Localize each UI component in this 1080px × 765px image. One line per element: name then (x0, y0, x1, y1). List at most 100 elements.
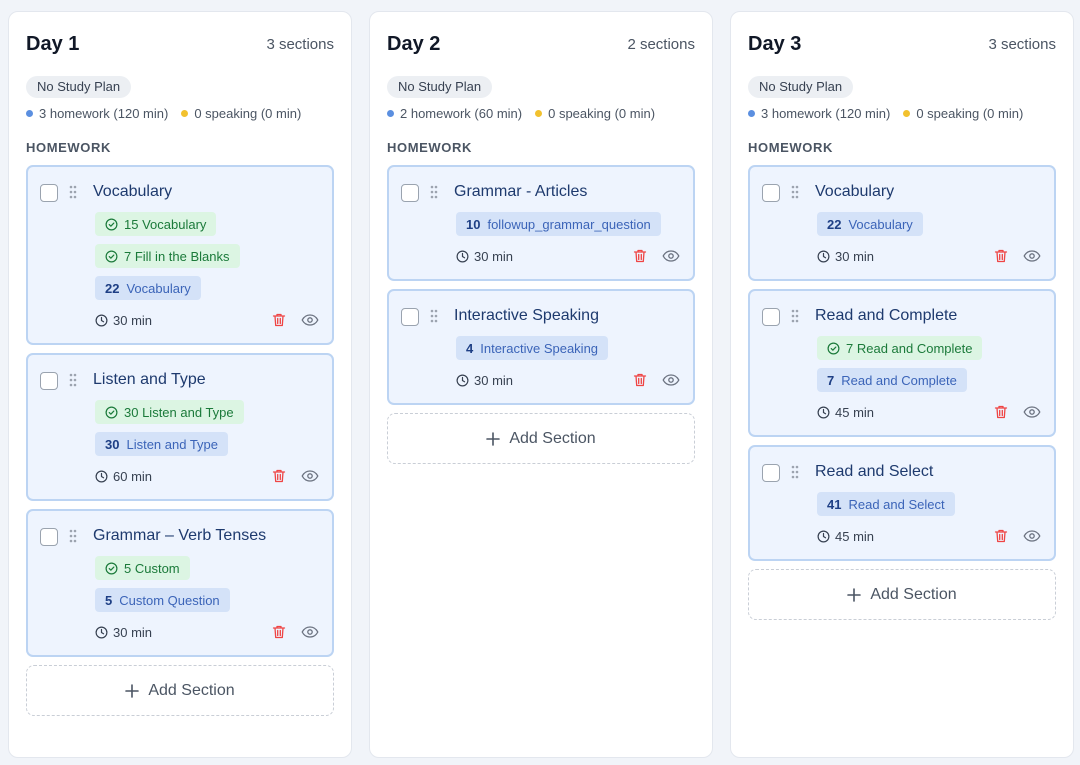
grip-icon[interactable] (791, 309, 803, 323)
eye-icon[interactable] (1023, 249, 1041, 263)
eye-icon[interactable] (1023, 529, 1041, 543)
chip-list: 41 Read and Select (817, 484, 1042, 516)
grip-icon[interactable] (69, 529, 81, 543)
check-circle-icon (105, 562, 118, 574)
grip-icon[interactable] (69, 373, 81, 387)
trash-icon[interactable] (993, 248, 1009, 264)
section-card[interactable]: Read and Complete 7 Read and Complete 7 Re… (748, 289, 1056, 437)
completed-chip: 15 Vocabulary (95, 212, 217, 236)
section-checkbox[interactable] (762, 464, 780, 482)
section-list: Grammar - Articles 10 followup_grammar_qu… (387, 165, 695, 405)
check-circle-icon (105, 406, 118, 418)
eye-icon[interactable] (662, 249, 680, 263)
eye-icon[interactable] (662, 373, 680, 387)
section-duration: 60 min (95, 469, 152, 484)
day-title: Day 1 (26, 32, 80, 55)
section-checkbox[interactable] (40, 372, 58, 390)
grip-icon[interactable] (791, 185, 803, 199)
question-count-chip: 10 followup_grammar_question (456, 212, 661, 236)
completed-chip-label: 5 Custom (124, 560, 180, 576)
section-checkbox[interactable] (762, 184, 780, 202)
duration-text: 30 min (474, 248, 514, 264)
clock-icon (456, 250, 474, 263)
question-type: Listen and Type (126, 436, 219, 452)
section-card[interactable]: Grammar – Verb Tenses 5 Custom 5 Custom Qu… (26, 509, 334, 657)
study-plan-badge[interactable]: No Study Plan (26, 76, 132, 98)
homework-dot-icon (748, 109, 755, 117)
section-card[interactable]: Vocabulary 22 Vocabulary 30 min (748, 165, 1056, 281)
section-checkbox[interactable] (762, 308, 780, 326)
section-list: Vocabulary 15 Vocabulary 7 Fill in the Bl… (26, 165, 334, 657)
section-title: Read and Select (815, 463, 934, 480)
section-duration: 30 min (456, 249, 513, 264)
section-checkbox[interactable] (401, 308, 419, 326)
section-checkbox[interactable] (40, 184, 58, 202)
section-card[interactable]: Read and Select 41 Read and Select 45 min (748, 445, 1056, 561)
grip-icon[interactable] (430, 309, 442, 323)
chip-list: 5 Custom 5 Custom Question (95, 548, 320, 612)
homework-heading: HOMEWORK (387, 140, 472, 155)
homework-heading: HOMEWORK (748, 140, 833, 155)
duration-text: 30 min (474, 372, 514, 388)
question-type: followup_grammar_question (487, 216, 651, 232)
question-count: 22 (827, 216, 842, 232)
section-card[interactable]: Grammar - Articles 10 followup_grammar_qu… (387, 165, 695, 281)
completed-chip: 5 Custom (95, 556, 190, 580)
trash-icon[interactable] (632, 372, 648, 388)
speaking-stat: 0 speaking (0 min) (548, 105, 656, 121)
completed-chip-label: 30 Listen and Type (124, 404, 234, 420)
eye-icon[interactable] (301, 313, 319, 327)
chip-list: 10 followup_grammar_question (456, 204, 681, 236)
trash-icon[interactable] (632, 248, 648, 264)
homework-stat: 2 homework (60 min) (400, 105, 523, 121)
question-count-chip: 4 Interactive Speaking (456, 336, 609, 360)
sections-count: 2 sections (627, 35, 695, 53)
trash-icon[interactable] (993, 528, 1009, 544)
question-type: Interactive Speaking (480, 340, 599, 356)
section-duration: 45 min (817, 529, 874, 544)
chip-list: 7 Read and Complete 7 Read and Complete (817, 328, 1042, 392)
section-duration: 30 min (95, 625, 152, 640)
grip-icon[interactable] (69, 185, 81, 199)
question-count: 30 (105, 436, 120, 452)
clock-icon (817, 250, 835, 263)
add-section-button[interactable]: Add Section (387, 413, 695, 464)
homework-dot-icon (26, 109, 33, 117)
question-count-chip: 22 Vocabulary (95, 276, 201, 300)
completed-chip-label: 15 Vocabulary (124, 216, 207, 232)
study-plan-badge[interactable]: No Study Plan (748, 76, 854, 98)
grip-icon[interactable] (791, 465, 803, 479)
chip-list: 4 Interactive Speaking (456, 328, 681, 360)
question-count: 7 (827, 372, 835, 388)
add-section-button[interactable]: Add Section (748, 569, 1056, 620)
trash-icon[interactable] (993, 404, 1009, 420)
question-count: 22 (105, 280, 120, 296)
question-type: Custom Question (119, 592, 220, 608)
clock-icon (456, 374, 474, 387)
clock-icon (95, 626, 113, 639)
add-section-button[interactable]: Add Section (26, 665, 334, 716)
section-duration: 30 min (95, 313, 152, 328)
plus-icon (847, 587, 862, 602)
trash-icon[interactable] (271, 312, 287, 328)
clock-icon (817, 406, 835, 419)
eye-icon[interactable] (301, 625, 319, 639)
section-card[interactable]: Vocabulary 15 Vocabulary 7 Fill in the Bl… (26, 165, 334, 345)
section-card[interactable]: Listen and Type 30 Listen and Type 30 List… (26, 353, 334, 501)
trash-icon[interactable] (271, 468, 287, 484)
section-duration: 30 min (817, 249, 874, 264)
sections-count: 3 sections (988, 35, 1056, 53)
study-plan-badge[interactable]: No Study Plan (387, 76, 493, 98)
section-card[interactable]: Interactive Speaking 4 Interactive Speaki… (387, 289, 695, 405)
eye-icon[interactable] (301, 469, 319, 483)
question-type: Read and Select (848, 496, 945, 512)
section-checkbox[interactable] (40, 528, 58, 546)
completed-chip: 30 Listen and Type (95, 400, 244, 424)
section-duration: 45 min (817, 405, 874, 420)
question-type: Read and Complete (841, 372, 957, 388)
trash-icon[interactable] (271, 624, 287, 640)
eye-icon[interactable] (1023, 405, 1041, 419)
section-title: Interactive Speaking (454, 307, 599, 324)
section-checkbox[interactable] (401, 184, 419, 202)
grip-icon[interactable] (430, 185, 442, 199)
